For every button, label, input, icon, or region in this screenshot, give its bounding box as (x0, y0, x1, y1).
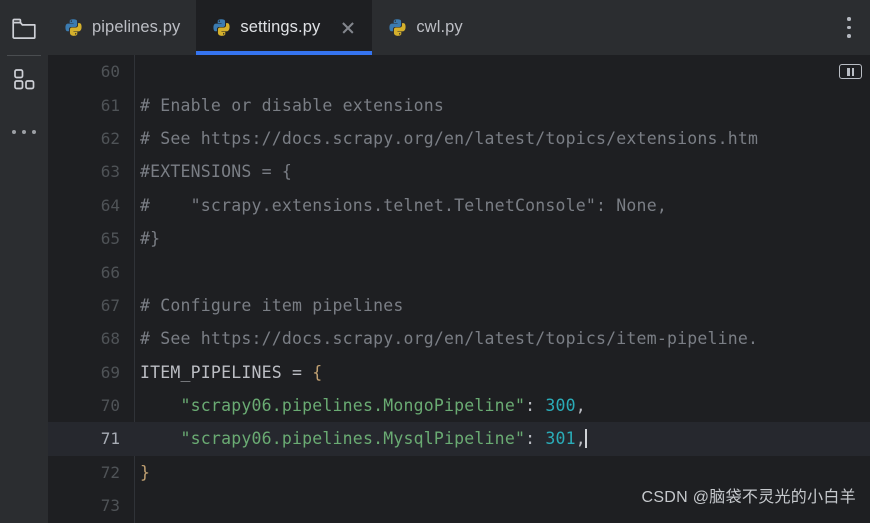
code-line[interactable]: 62 # See https://docs.scrapy.org/en/lates… (48, 122, 870, 155)
code-token-cmt: # "scrapy.extensions.telnet.TelnetConsol… (140, 195, 667, 215)
inspections-widget-icon[interactable] (839, 64, 862, 79)
line-number: 70 (100, 396, 120, 416)
line-number: 65 (100, 229, 120, 249)
line-number: 62 (100, 128, 120, 148)
code-text: # See https://docs.scrapy.org/en/latest/… (135, 329, 870, 348)
line-number: 68 (100, 329, 120, 349)
code-token-cmt: # Configure item pipelines (140, 295, 404, 315)
code-token-str: "scrapy06.pipelines.MysqlPipeline" (140, 429, 526, 449)
code-text: # See https://docs.scrapy.org/en/latest/… (135, 129, 870, 148)
editor-tab-label: pipelines.py (92, 18, 181, 36)
code-token-brc: } (140, 462, 151, 482)
code-token-pun: : (525, 396, 546, 416)
code-token-cmt: #EXTENSIONS = { (140, 162, 293, 182)
code-line[interactable]: 65 #} (48, 222, 870, 255)
line-number: 63 (100, 162, 120, 182)
code-line[interactable]: 67 # Configure item pipelines (48, 289, 870, 322)
line-number: 60 (100, 62, 120, 82)
code-text: ITEM_PIPELINES = { (135, 363, 870, 382)
code-token-pun: , (575, 396, 586, 416)
code-editor[interactable]: 60 61 # Enable or disable extensions 62 # Se… (48, 55, 870, 523)
main-area: pipelines.py settings.py cwl.py 60 61 # Enab… (48, 0, 870, 523)
watermark-text: CSDN @脑袋不灵光的小白羊 (641, 489, 856, 506)
editor-tab-label: settings.py (240, 18, 321, 36)
line-number: 66 (100, 262, 120, 282)
code-line[interactable]: 68 # See https://docs.scrapy.org/en/lates… (48, 322, 870, 355)
python-file-icon (389, 19, 406, 36)
code-token-num: 300 (545, 396, 576, 416)
code-text: # Enable or disable extensions (135, 96, 870, 115)
code-text: #} (135, 229, 870, 248)
code-line[interactable]: 70 "scrapy06.pipelines.MongoPipeline": 3… (48, 389, 870, 422)
code-line[interactable]: 64 # "scrapy.extensions.telnet.TelnetCons… (48, 189, 870, 222)
editor-tab-bar: pipelines.py settings.py cwl.py (48, 0, 870, 55)
code-text: # "scrapy.extensions.telnet.TelnetConsol… (135, 196, 870, 215)
code-token-cmt: # See https://docs.scrapy.org/en/latest/… (140, 329, 759, 349)
code-token-str: "scrapy06.pipelines.MongoPipeline" (140, 396, 526, 416)
line-number: 61 (100, 95, 120, 115)
folder-icon (12, 18, 36, 44)
code-line[interactable]: 63 #EXTENSIONS = { (48, 155, 870, 188)
more-vertical-icon[interactable] (828, 0, 870, 55)
code-line[interactable]: 66 (48, 255, 870, 288)
code-text: "scrapy06.pipelines.MongoPipeline": 300, (135, 396, 870, 415)
code-token-id: ITEM_PIPELINES (140, 362, 282, 382)
sidebar-divider (7, 55, 41, 56)
code-line[interactable]: 71 "scrapy06.pipelines.MysqlPipeline": 3… (48, 422, 870, 456)
code-token-pun: : (525, 429, 546, 449)
code-line[interactable]: 61 # Enable or disable extensions (48, 88, 870, 121)
sidebar-item-project-folder[interactable] (4, 11, 44, 51)
line-number: 73 (100, 496, 120, 516)
code-token-pun: = (281, 362, 313, 382)
code-lines: 60 61 # Enable or disable extensions 62 # Se… (48, 55, 870, 523)
more-horizontal-icon (12, 130, 36, 134)
sidebar-item-more-tool-windows[interactable] (4, 112, 44, 152)
line-number: 69 (100, 362, 120, 382)
code-token-cmt: #} (140, 229, 161, 249)
line-number: 64 (100, 195, 120, 215)
python-file-icon (65, 19, 82, 36)
close-icon[interactable] (340, 20, 356, 36)
ide-window: pipelines.py settings.py cwl.py 60 61 # Enab… (0, 0, 870, 523)
code-token-num: 301 (545, 429, 576, 449)
text-caret (584, 429, 587, 449)
sidebar-item-structure[interactable] (4, 62, 44, 102)
line-number: 72 (100, 462, 120, 482)
activity-bar (0, 0, 48, 523)
code-line[interactable]: 69 ITEM_PIPELINES = { (48, 356, 870, 389)
code-token-cmt: # See https://docs.scrapy.org/en/latest/… (140, 128, 759, 148)
code-text: # Configure item pipelines (135, 296, 870, 315)
editor-tab-cwl-py[interactable]: cwl.py (372, 0, 478, 55)
editor-tab-label: cwl.py (416, 18, 463, 36)
grid-squares-icon (13, 68, 36, 96)
code-text: "scrapy06.pipelines.MysqlPipeline": 301, (135, 429, 870, 449)
editor-tab-settings-py[interactable]: settings.py (196, 0, 373, 55)
code-text: #EXTENSIONS = { (135, 162, 870, 181)
line-number: 71 (100, 429, 120, 449)
code-line[interactable]: 60 (48, 55, 870, 88)
code-text: } (135, 463, 870, 482)
code-token-cmt: # Enable or disable extensions (140, 95, 445, 115)
line-number: 67 (100, 295, 120, 315)
python-file-icon (213, 19, 230, 36)
code-token-brc: { (312, 362, 323, 382)
editor-tab-pipelines-py[interactable]: pipelines.py (48, 0, 196, 55)
